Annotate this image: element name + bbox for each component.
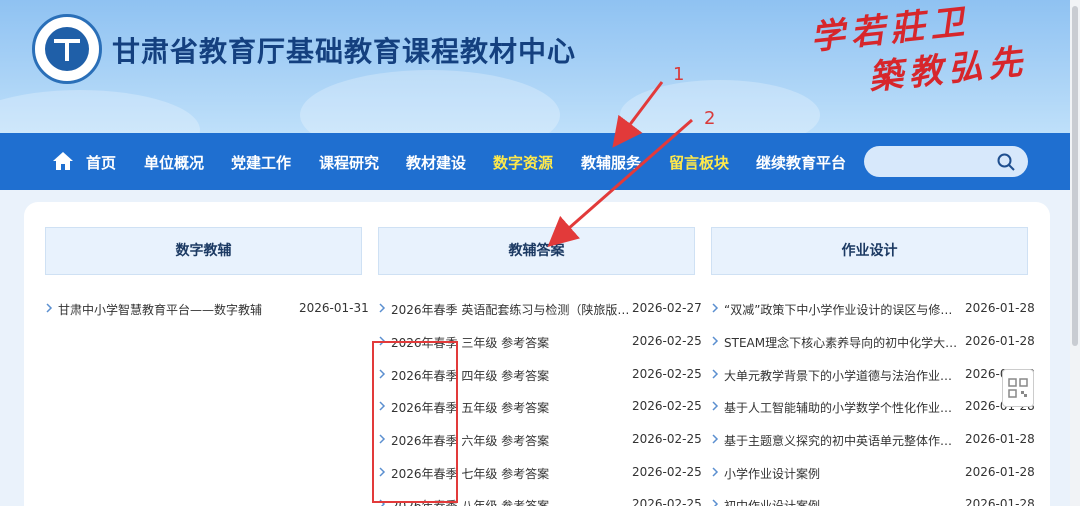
column-heading-digital[interactable]: 数字教辅 [45,227,362,275]
list-item-date: 2026-02-25 [632,334,702,348]
scrollbar-thumb[interactable] [1072,6,1078,346]
list-item[interactable]: 基于主题意义探究的初中英语单元整体作… 2026-01-28 [711,432,1035,452]
nav-item-about[interactable]: 单位概况 [144,152,204,173]
list-item[interactable]: STEAM理念下核心素养导向的初中化学大… 2026-01-28 [711,334,1035,354]
list-item-title: 基于主题意义探究的初中英语单元整体作… [724,434,953,448]
column-heading-answers[interactable]: 教辅答案 [378,227,695,275]
list-item-date: 2026-02-25 [632,465,702,479]
list-item-date: 2026-01-28 [965,497,1035,506]
list-item-title: 大单元教学背景下的小学道德与法治作业… [724,369,953,383]
list-item-title: STEAM理念下核心素养导向的初中化学大… [724,336,958,350]
column-heading-homework[interactable]: 作业设计 [711,227,1028,275]
annotation-highlight-box [372,341,458,503]
list-item-date: 2026-02-25 [632,497,702,506]
list-item-date: 2026-01-31 [299,301,369,315]
list-item-title: 小学作业设计案例 [724,467,821,481]
list-item-date: 2026-01-28 [965,432,1035,446]
nav-item-party[interactable]: 党建工作 [231,152,291,173]
chevron-right-icon [712,369,719,379]
list-item[interactable]: “双减”政策下中小学作业设计的误区与修… 2026-01-28 [711,301,1035,321]
nav-item-tutoring[interactable]: 教辅服务 [581,152,641,173]
list-item-date: 2026-02-25 [632,367,702,381]
chevron-right-icon [712,336,719,346]
chevron-right-icon [712,467,719,477]
list-item-title: 甘肃中小学智慧教育平台——数字教辅 [58,303,263,317]
qr-code-button[interactable] [1002,369,1034,407]
header-cloud [620,80,820,134]
list-item-date: 2026-01-28 [965,465,1035,479]
list-item-title: 2026年春季 英语配套练习与检测（陕旅版… [391,303,630,317]
chevron-right-icon [712,434,719,444]
annotation-label-1: 1 [673,64,685,85]
list-item-title: 基于人工智能辅助的小学数学个性化作业… [724,401,953,415]
list-item[interactable]: 初中作业设计案例 2026-01-28 [711,497,1035,506]
list-item-title: “双减”政策下中小学作业设计的误区与修… [724,303,953,317]
header-cloud [0,90,200,134]
list-item[interactable]: 2026年春季 英语配套练习与检测（陕旅版… 2026-02-27 [378,301,702,321]
list-item[interactable]: 小学作业设计案例 2026-01-28 [711,465,1035,485]
list-item-date: 2026-02-25 [632,399,702,413]
search-input[interactable] [864,146,1028,177]
chevron-right-icon [712,303,719,313]
qr-code-icon [1008,378,1028,398]
list-item-title: 初中作业设计案例 [724,499,821,506]
chevron-right-icon [712,401,719,411]
chevron-right-icon [46,303,53,313]
annotation-label-2: 2 [704,108,716,129]
nav-item-textbook[interactable]: 教材建设 [406,152,466,173]
logo-emblem-icon [45,27,89,71]
search-icon[interactable] [996,152,1016,172]
nav-item-digital[interactable]: 数字资源 [493,152,553,173]
nav-item-messages[interactable]: 留言板块 [669,152,729,173]
list-item[interactable]: 大单元教学背景下的小学道德与法治作业… 2026-01-28 [711,367,1035,387]
list-item[interactable]: 基于人工智能辅助的小学数学个性化作业… 2026-01-28 [711,399,1035,419]
header-cloud [300,70,560,134]
list-item-date: 2026-02-25 [632,432,702,446]
chevron-right-icon [379,303,386,313]
list-item-date: 2026-01-28 [965,301,1035,315]
nav-item-curriculum[interactable]: 课程研究 [319,152,379,173]
list-item[interactable]: 甘肃中小学智慧教育平台——数字教辅 2026-01-31 [45,301,369,321]
list-item-date: 2026-01-28 [965,334,1035,348]
site-logo[interactable] [32,14,102,84]
list-item-date: 2026-02-27 [632,301,702,315]
nav-item-continuing-edu[interactable]: 继续教育平台 [756,152,846,173]
calligraphy-motto: 学若莊卫 築教弘先 [809,2,1050,99]
home-icon[interactable] [52,151,74,171]
site-title[interactable]: 甘肃省教育厅基础教育课程教材中心 [112,30,576,70]
nav-item-home[interactable]: 首页 [86,152,116,173]
chevron-right-icon [712,499,719,506]
